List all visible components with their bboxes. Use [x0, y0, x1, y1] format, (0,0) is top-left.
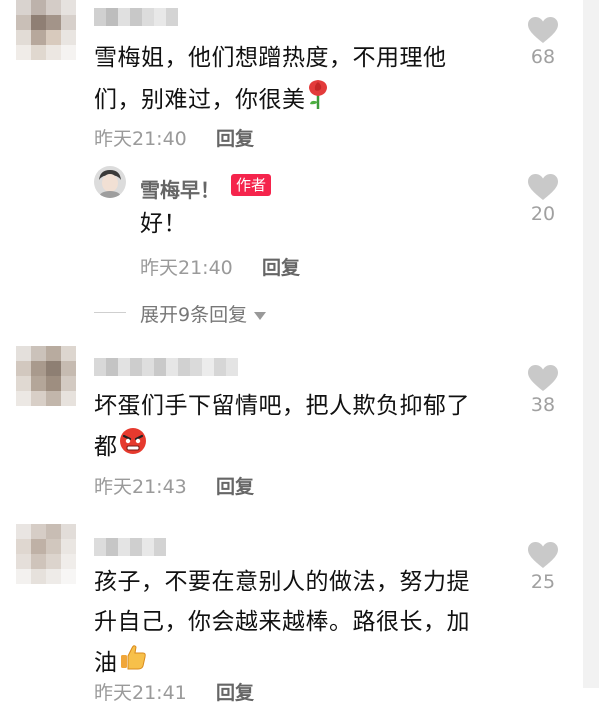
username-redacted[interactable]	[94, 358, 238, 376]
expand-replies-button[interactable]: 展开9条回复	[140, 300, 267, 327]
like-count: 68	[530, 46, 556, 68]
like-count: 25	[530, 571, 556, 593]
avatar[interactable]	[16, 346, 76, 406]
author-name[interactable]: 雪梅早！	[140, 174, 220, 203]
author-avatar[interactable]	[94, 166, 126, 198]
heart-icon	[528, 174, 558, 200]
scrollbar-track[interactable]	[583, 0, 599, 688]
reply-button[interactable]: 回复	[262, 253, 300, 280]
comment-time: 昨天21:41	[94, 682, 187, 704]
like-button[interactable]: 38	[523, 364, 563, 416]
username-redacted[interactable]	[94, 538, 166, 556]
reply-text: 好！	[140, 211, 187, 237]
angry-emoji	[118, 426, 148, 469]
comment-text: 雪梅姐，他们想蹭热度，不用理他 们，别难过，你很美	[94, 38, 524, 123]
reply-time: 昨天21:40	[140, 257, 233, 279]
like-button[interactable]: 68	[523, 16, 563, 68]
divider	[94, 312, 126, 313]
like-button[interactable]: 20	[523, 173, 563, 225]
like-button[interactable]: 25	[523, 541, 563, 593]
username-redacted[interactable]	[94, 8, 178, 26]
comment-time: 昨天21:40	[94, 128, 187, 150]
like-count: 38	[530, 394, 556, 416]
comment-time: 昨天21:43	[94, 476, 187, 498]
heart-icon	[528, 17, 558, 43]
heart-icon	[528, 542, 558, 568]
triangle-down-icon	[254, 311, 267, 320]
like-count: 20	[530, 203, 556, 225]
comment-text: 坏蛋们手下留情吧，把人欺负抑郁了 都	[94, 386, 524, 469]
author-badge: 作者	[231, 174, 272, 196]
reply-button[interactable]: 回复	[216, 472, 254, 499]
avatar[interactable]	[16, 524, 76, 584]
rose-emoji	[306, 78, 330, 123]
heart-icon	[528, 365, 558, 391]
avatar[interactable]	[16, 0, 76, 60]
reply-button[interactable]: 回复	[216, 124, 254, 151]
comment-text: 孩子，不要在意别人的做法，努力提 升自己，你会越来越棒。路很长，加 油	[94, 562, 524, 685]
reply-button[interactable]: 回复	[216, 678, 254, 705]
